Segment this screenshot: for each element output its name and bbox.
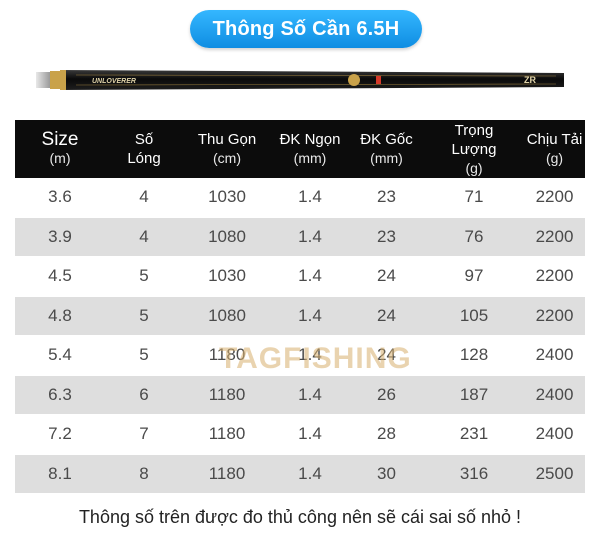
- table-cell: 316: [459, 463, 489, 483]
- table-row: 4.8 5 1080 1.4 24 105 2200: [15, 296, 585, 336]
- table-cell: 3.9: [48, 226, 72, 246]
- table-cell: 5: [139, 305, 149, 325]
- header-segments: Số Lóng: [127, 131, 161, 167]
- table-cell: 2400: [535, 424, 574, 444]
- table-row: 5.4 5 1180 1.4 24 128 2400: [15, 336, 585, 376]
- table-cell: 6: [139, 384, 149, 404]
- header-load: Chịu Tải (g): [526, 131, 583, 166]
- table-row: 7.2 7 1180 1.4 28 231 2400: [15, 415, 585, 455]
- table-row: 3.6 4 1030 1.4 23 71 2200: [15, 178, 585, 218]
- table-cell: 187: [459, 384, 489, 404]
- table-cell: 1180: [208, 463, 246, 483]
- table-cell: 1180: [208, 384, 246, 404]
- table-cell: 1030: [208, 187, 246, 207]
- fishing-rod-image: UNLOVERER ZR: [36, 67, 564, 93]
- table-cell: 5: [139, 345, 149, 365]
- table-cell: 8.1: [48, 463, 72, 483]
- table-row: 6.3 6 1180 1.4 26 187 2400: [15, 375, 585, 415]
- table-cell: 23: [377, 226, 396, 246]
- table-header: Size (m) Số Lóng Thu Gọn (cm) ĐK Ngọn (mm) Đ…: [15, 120, 585, 178]
- table-cell: 1.4: [298, 305, 322, 325]
- table-cell: 2200: [535, 226, 574, 246]
- header-weight: Trọng Lượng (g): [451, 121, 497, 176]
- table-row: 3.9 4 1080 1.4 23 76 2200: [15, 217, 585, 257]
- footnote: Thông số trên được đo thủ công nên sẽ cá…: [78, 507, 522, 527]
- title-banner: Thông Số Cần 6.5H: [190, 10, 422, 48]
- table-cell: 76: [464, 226, 484, 246]
- table-cell: 1180: [208, 345, 246, 365]
- table-cell: 2400: [535, 384, 574, 404]
- table-cell: 7.2: [48, 424, 72, 444]
- table-cell: 105: [459, 305, 489, 325]
- table-cell: 1.4: [298, 345, 322, 365]
- table-cell: 23: [377, 187, 396, 207]
- table-cell: 28: [377, 424, 396, 444]
- table-cell: 1.4: [298, 226, 322, 246]
- table-cell: 1.4: [298, 424, 322, 444]
- table-cell: 2400: [535, 345, 574, 365]
- table-cell: 24: [377, 345, 396, 365]
- table-cell: 1.4: [298, 463, 322, 483]
- rod-brand-text: UNLOVERER: [92, 78, 136, 85]
- table-cell: 2200: [535, 305, 574, 325]
- table-cell: 5.4: [48, 345, 72, 365]
- svg-text:ZR: ZR: [524, 75, 536, 85]
- table-cell: 5: [139, 266, 149, 286]
- table-cell: 128: [459, 345, 489, 365]
- header-base-diameter: ĐK Gốc (mm): [360, 131, 413, 166]
- table-cell: 1180: [208, 424, 246, 444]
- header-size: Size (m): [41, 129, 79, 166]
- table-cell: 1.4: [298, 187, 322, 207]
- table-cell: 4.5: [48, 266, 72, 286]
- table-cell: 7: [139, 424, 149, 444]
- table-cell: 1.4: [298, 384, 322, 404]
- table-cell: 3.6: [48, 187, 72, 207]
- table-cell: 97: [464, 266, 484, 286]
- table-cell: 24: [377, 266, 396, 286]
- header-closed-length: Thu Gọn (cm): [197, 131, 257, 166]
- table-cell: 71: [464, 187, 484, 207]
- table-cell: 1080: [208, 226, 246, 246]
- table-cell: 2200: [535, 187, 574, 207]
- table-cell: 8: [139, 463, 149, 483]
- table-cell: 231: [459, 424, 489, 444]
- header-tip-diameter: ĐK Ngọn (mm): [279, 131, 341, 166]
- table-cell: 1.4: [298, 266, 322, 286]
- table-cell: 30: [377, 463, 396, 483]
- table-cell: 2500: [535, 463, 574, 483]
- page-title: Thông Số Cần 6.5H: [212, 17, 400, 40]
- table-cell: 2200: [535, 266, 574, 286]
- table-cell: 4: [139, 226, 149, 246]
- spec-table: Size (m) Số Lóng Thu Gọn (cm) ĐK Ngọn (mm) Đ…: [15, 120, 585, 494]
- table-cell: 4.8: [48, 305, 72, 325]
- table-cell: 6.3: [48, 384, 72, 404]
- table-cell: 4: [139, 187, 149, 207]
- table-cell: 26: [377, 384, 396, 404]
- table-row: 4.5 5 1030 1.4 24 97 2200: [15, 257, 585, 297]
- table-cell: 24: [377, 305, 396, 325]
- table-cell: 1030: [208, 266, 246, 286]
- table-cell: 1080: [208, 305, 246, 325]
- table-row: 8.1 8 1180 1.4 30 316 2500: [15, 454, 585, 494]
- table-body: 3.6 4 1030 1.4 23 71 2200 3.9 4 1080 1.4 23 76 2200 4.…: [15, 178, 585, 494]
